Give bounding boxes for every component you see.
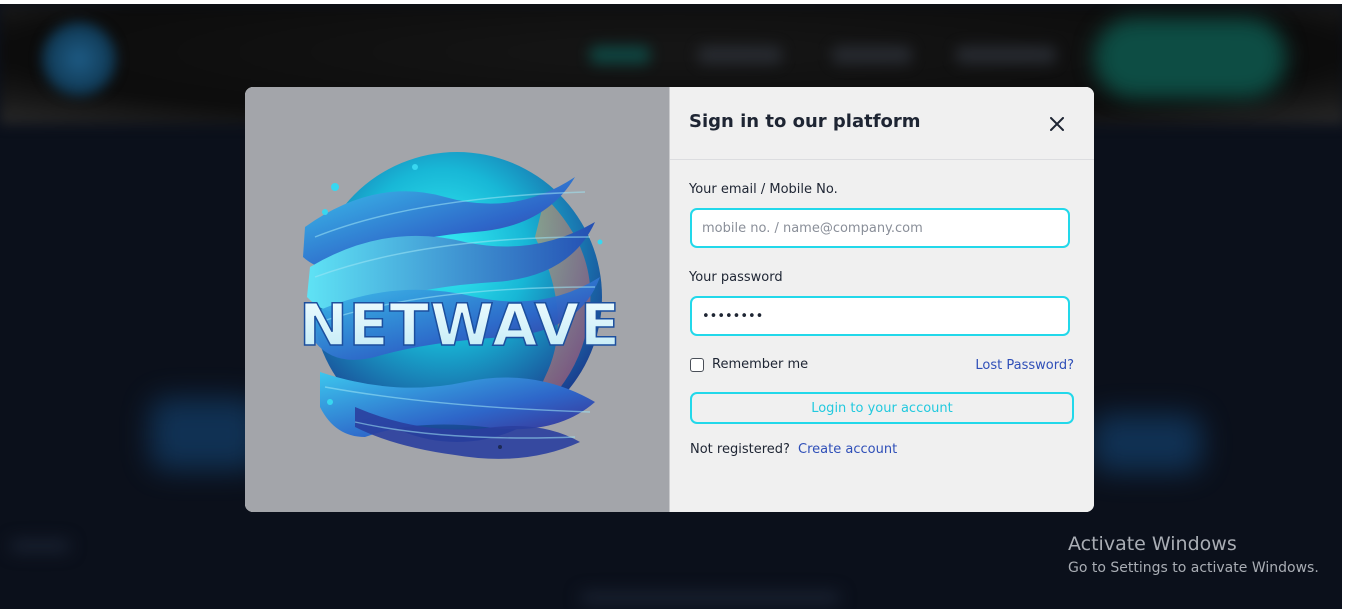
windows-activation-watermark: Activate Windows Go to Settings to activ…: [1068, 533, 1319, 576]
modal-header: Sign in to our platform: [670, 87, 1094, 160]
watermark-title: Activate Windows: [1068, 533, 1237, 555]
background-text: [580, 592, 840, 604]
background-cta-button: [1094, 18, 1286, 98]
password-label: Your password: [689, 270, 783, 285]
remember-me-row: Remember me: [690, 357, 808, 372]
close-button[interactable]: [1042, 109, 1072, 139]
background-logo: [42, 22, 116, 96]
sign-in-modal: NETWAVE Sign in to our platform Your ema…: [245, 87, 1094, 512]
netwave-logo: NETWAVE: [298, 152, 621, 459]
remember-me-checkbox[interactable]: [690, 357, 704, 372]
close-icon: [1050, 117, 1064, 131]
remember-me-label: Remember me: [712, 357, 809, 372]
background-nav-link: [698, 46, 782, 64]
not-registered-text: Not registered?: [690, 442, 790, 457]
brand-panel: NETWAVE: [245, 87, 669, 512]
background-card: [150, 398, 260, 470]
background-card: [1092, 414, 1202, 472]
watermark-subtitle: Go to Settings to activate Windows.: [1068, 560, 1319, 576]
lost-password-link[interactable]: Lost Password?: [975, 358, 1074, 373]
window-top-edge: [0, 0, 1345, 4]
modal-title: Sign in to our platform: [689, 111, 921, 132]
email-label: Your email / Mobile No.: [689, 182, 838, 197]
sign-in-form-panel: Sign in to our platform Your email / Mob…: [670, 87, 1094, 512]
logo-wordmark: NETWAVE: [299, 291, 621, 359]
login-button[interactable]: Login to your account: [690, 392, 1074, 424]
background-nav-link: [956, 46, 1056, 64]
background-nav-link: [832, 46, 912, 64]
password-input[interactable]: [690, 296, 1070, 336]
register-row: Not registered? Create account: [690, 442, 897, 457]
create-account-link[interactable]: Create account: [798, 442, 897, 457]
background-text: [10, 540, 70, 552]
email-input[interactable]: [690, 208, 1070, 248]
background-nav-link: [590, 46, 650, 64]
